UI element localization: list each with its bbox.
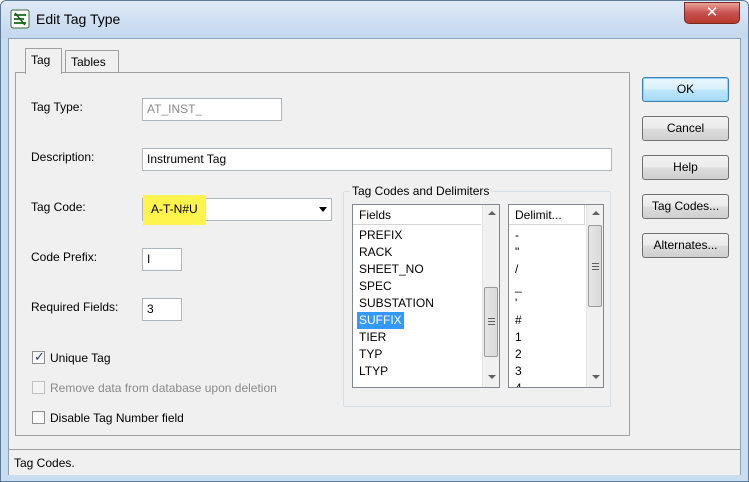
- grip-line: [592, 269, 599, 270]
- chevron-down-icon[interactable]: [319, 207, 327, 212]
- status-text: Tag Codes.: [14, 456, 75, 470]
- close-icon: ✕: [705, 4, 719, 21]
- tag-codes-button[interactable]: Tag Codes...: [642, 194, 729, 219]
- cancel-button[interactable]: Cancel: [642, 116, 729, 141]
- status-bar: Tag Codes.: [9, 449, 740, 475]
- delimiter-item[interactable]: ': [513, 295, 519, 312]
- grip-line: [488, 324, 495, 325]
- field-item[interactable]: SUFFIX: [357, 312, 404, 329]
- fields-scroll-thumb[interactable]: [484, 287, 498, 357]
- tag-code-label: Tag Code:: [31, 200, 86, 214]
- description-field[interactable]: Instrument Tag: [142, 148, 612, 171]
- tag-tab-panel: Tag Type: AT_INST_ Description: Instrume…: [15, 72, 630, 436]
- tag-code-value: A-T-N#U: [143, 195, 206, 225]
- scroll-down-icon[interactable]: [592, 375, 600, 379]
- delimiter-item[interactable]: 3: [513, 363, 524, 380]
- field-item[interactable]: SHEET_NO: [357, 261, 426, 278]
- unique-tag-label: Unique Tag: [50, 351, 111, 365]
- scroll-up-icon[interactable]: [488, 211, 496, 215]
- tag-codes-group: Tag Codes and Delimiters Fields PREFIX RA…: [343, 184, 611, 407]
- delimiter-item[interactable]: /: [513, 261, 520, 278]
- delimiters-scroll-thumb[interactable]: [588, 225, 602, 307]
- delimiter-item[interactable]: -: [513, 227, 521, 244]
- description-label: Description:: [31, 150, 95, 164]
- grip-line: [488, 318, 495, 319]
- close-button[interactable]: ✕: [684, 2, 740, 24]
- grip-line: [488, 321, 495, 322]
- remove-data-checkbox[interactable]: [32, 381, 45, 394]
- delimiter-item[interactable]: 2: [513, 346, 524, 363]
- fields-listbox[interactable]: Fields PREFIX RACK SHEET_NO SPEC SUBSTATION S…: [352, 204, 500, 388]
- delimiter-item[interactable]: 4: [513, 380, 524, 387]
- title-bar[interactable]: Edit Tag Type ✕: [1, 1, 748, 38]
- remove-data-label: Remove data from database upon deletion: [50, 381, 277, 395]
- tab-tag[interactable]: Tag: [25, 48, 62, 74]
- tag-code-combo[interactable]: A-T-N#U: [142, 195, 332, 225]
- field-item[interactable]: RACK: [357, 244, 394, 261]
- window-title: Edit Tag Type: [36, 11, 121, 27]
- code-prefix-label: Code Prefix:: [31, 250, 98, 264]
- alternates-button[interactable]: Alternates...: [642, 233, 729, 258]
- help-button[interactable]: Help: [642, 155, 729, 180]
- grip-line: [592, 263, 599, 264]
- scroll-up-icon[interactable]: [592, 211, 600, 215]
- delimiter-item[interactable]: _: [513, 278, 524, 295]
- edit-tag-type-window: Edit Tag Type ✕ Tag Tables Tag Type: AT_…: [0, 0, 749, 482]
- grip-line: [592, 266, 599, 267]
- tag-type-label: Tag Type:: [31, 100, 83, 114]
- delimiters-scrollbar[interactable]: [586, 205, 603, 387]
- fields-scrollbar[interactable]: [482, 205, 499, 387]
- field-item[interactable]: TYP: [357, 346, 384, 363]
- field-item[interactable]: TIER: [357, 329, 388, 346]
- tag-type-field[interactable]: AT_INST_: [142, 98, 282, 121]
- tab-tag-label: Tag: [31, 53, 51, 67]
- tab-tables[interactable]: Tables: [65, 50, 119, 73]
- tag-codes-group-title: Tag Codes and Delimiters: [350, 184, 492, 198]
- required-fields-label: Required Fields:: [31, 300, 119, 314]
- delimiters-header[interactable]: Delimit...: [509, 205, 585, 225]
- code-prefix-field[interactable]: I: [142, 248, 182, 271]
- delimiter-item[interactable]: #: [513, 312, 524, 329]
- field-item[interactable]: LTYP: [357, 363, 390, 380]
- field-item[interactable]: SUBSTATION: [357, 295, 436, 312]
- tab-tables-label: Tables: [71, 55, 106, 69]
- dialog-body: Tag Tables Tag Type: AT_INST_ Descriptio…: [8, 38, 741, 475]
- ok-button[interactable]: OK: [642, 77, 729, 102]
- field-item[interactable]: SPEC: [357, 278, 394, 295]
- field-item[interactable]: PREFIX: [357, 227, 404, 244]
- tag-app-icon: [10, 9, 30, 29]
- unique-tag-checkbox[interactable]: [32, 349, 45, 365]
- required-fields-field[interactable]: 3: [142, 298, 182, 321]
- fields-header[interactable]: Fields: [353, 205, 481, 225]
- disable-tag-number-label: Disable Tag Number field: [50, 411, 184, 425]
- delimiter-item[interactable]: 1: [513, 329, 524, 346]
- delimiters-listbox[interactable]: Delimit... - " / _ ' #1 2 3 4: [508, 204, 604, 388]
- delimiter-item[interactable]: ": [513, 244, 521, 261]
- disable-tag-number-checkbox[interactable]: [32, 411, 45, 424]
- scroll-down-icon[interactable]: [488, 375, 496, 379]
